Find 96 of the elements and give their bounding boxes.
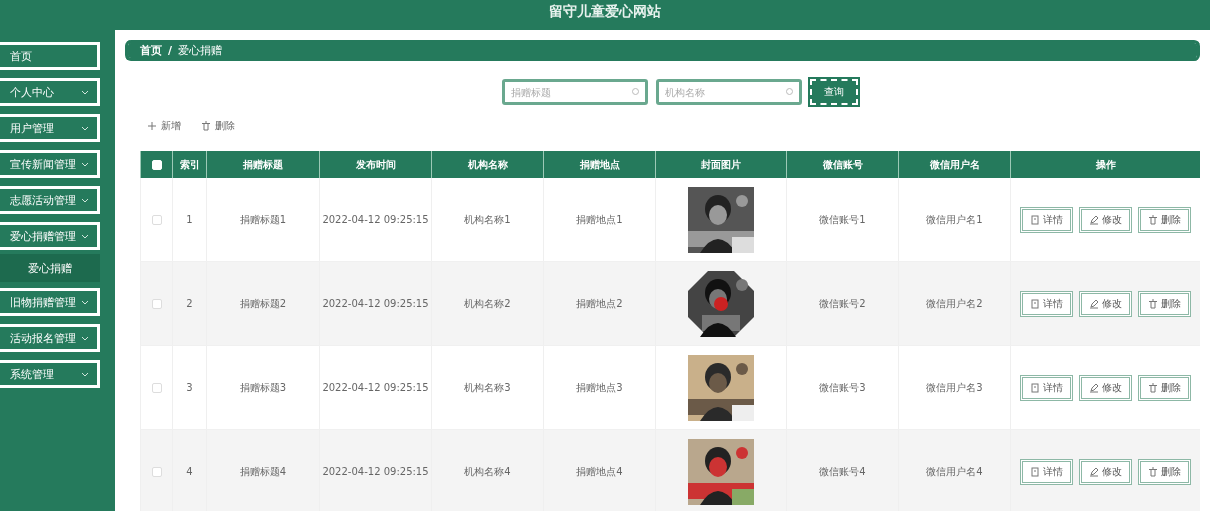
table-cell: 2022-04-12 09:25:15 [319,430,431,511]
site-title: 留守儿童爱心网站 [549,3,661,21]
document-icon [1030,466,1040,477]
table-cell: 机构名称2 [431,262,543,346]
edit-button[interactable]: 修改 [1079,290,1132,317]
table-cell: 微信用户名4 [898,430,1010,511]
breadcrumb-link[interactable]: 首页 [140,43,162,58]
checkbox[interactable] [151,214,162,225]
search-field[interactable]: 机构名称 [656,79,802,105]
table-cell: 微信账号2 [786,262,898,346]
table-cell: 微信账号3 [786,346,898,430]
sidebar-item[interactable]: 用户管理 [0,114,100,142]
table-cell: 捐赠标题2 [206,262,319,346]
chevron-down-icon [81,161,89,167]
pencil-icon [1089,382,1099,393]
sidebar-item[interactable]: 个人中心 [0,78,100,106]
edit-button[interactable]: 修改 [1079,206,1132,233]
breadcrumb-current: 爱心捐赠 [178,43,223,58]
trash-icon [1148,214,1158,225]
header-cell: 索引 [172,151,206,178]
plus-icon [147,121,157,131]
table-cell: 机构名称1 [431,178,543,262]
table-cell: 捐赠地点3 [543,346,655,430]
document-icon [1030,382,1040,393]
table-cell: 微信用户名3 [898,346,1010,430]
document-icon [1030,298,1040,309]
header-cell: 机构名称 [431,151,543,178]
table-cell: 2022-04-12 09:25:15 [319,346,431,430]
header-cell: 微信账号 [786,151,898,178]
pencil-icon [1089,466,1099,477]
table-cell: 捐赠地点2 [543,262,655,346]
delete-button[interactable]: 删除 [1138,206,1191,233]
table-cell: 微信用户名2 [898,262,1010,346]
breadcrumb-separator: / [168,44,173,57]
sidebar-subitem[interactable]: 爱心捐赠 [0,254,100,282]
detail-button[interactable]: 详情 [1020,290,1073,317]
table-cell: 捐赠标题3 [206,346,319,430]
detail-button[interactable]: 详情 [1020,374,1073,401]
delete-button[interactable]: 删除 [1138,374,1191,401]
chevron-down-icon [81,371,89,377]
chevron-down-icon [81,125,89,131]
table-cell: 机构名称4 [431,430,543,511]
table-cell: 2022-04-12 09:25:15 [319,262,431,346]
edit-button[interactable]: 修改 [1079,374,1132,401]
chevron-down-icon [81,89,89,95]
table-cell: 3 [172,346,206,430]
chevron-down-icon [81,299,89,305]
header-cell: 微信用户名 [898,151,1010,178]
add-button[interactable]: 新增 [147,119,181,133]
table-cell: 捐赠地点1 [543,178,655,262]
detail-button[interactable]: 详情 [1020,206,1073,233]
delete-button[interactable]: 删除 [1138,290,1191,317]
chevron-down-icon [81,197,89,203]
detail-button[interactable]: 详情 [1020,458,1073,485]
trash-icon [201,121,211,131]
checkbox[interactable] [151,382,162,393]
delete-button[interactable]: 删除 [201,119,235,133]
chevron-down-icon [81,335,89,341]
pencil-icon [1089,214,1099,225]
table-cell: 微信账号4 [786,430,898,511]
sidebar-item[interactable]: 爱心捐赠管理 [0,222,100,250]
header-cell: 捐赠地点 [543,151,655,178]
sidebar-item[interactable]: 活动报名管理 [0,324,100,352]
sidebar-item[interactable]: 宣传新闻管理 [0,150,100,178]
header-cell: 发布时间 [319,151,431,178]
table-cell: 4 [172,430,206,511]
sidebar-item[interactable]: 首页 [0,42,100,70]
table-cell: 1 [172,178,206,262]
trash-icon [1148,466,1158,477]
table-cell: 微信用户名1 [898,178,1010,262]
table-cell: 机构名称3 [431,346,543,430]
table-cell: 2 [172,262,206,346]
sidebar-item[interactable]: 志愿活动管理 [0,186,100,214]
table-cell: 微信账号1 [786,178,898,262]
delete-button[interactable]: 删除 [1138,458,1191,485]
sidebar-item[interactable]: 旧物捐赠管理 [0,288,100,316]
table-cell: 捐赠标题1 [206,178,319,262]
edit-button[interactable]: 修改 [1079,458,1132,485]
search-icon [786,88,794,96]
search-field[interactable]: 捐赠标题 [502,79,648,105]
header-cell: 捐赠标题 [206,151,319,178]
table-cell: 捐赠地点4 [543,430,655,511]
trash-icon [1148,382,1158,393]
header-cell: 封面图片 [655,151,786,178]
search-icon [632,88,640,96]
sidebar-item[interactable]: 系统管理 [0,360,100,388]
trash-icon [1148,298,1158,309]
header-cell: 操作 [1010,151,1200,178]
query-button[interactable]: 查询 [810,79,858,105]
chevron-down-icon [81,233,89,239]
document-icon [1030,214,1040,225]
table-cell: 2022-04-12 09:25:15 [319,178,431,262]
pencil-icon [1089,298,1099,309]
checkbox[interactable] [151,298,162,309]
table-cell: 捐赠标题4 [206,430,319,511]
checkbox[interactable] [151,466,162,477]
